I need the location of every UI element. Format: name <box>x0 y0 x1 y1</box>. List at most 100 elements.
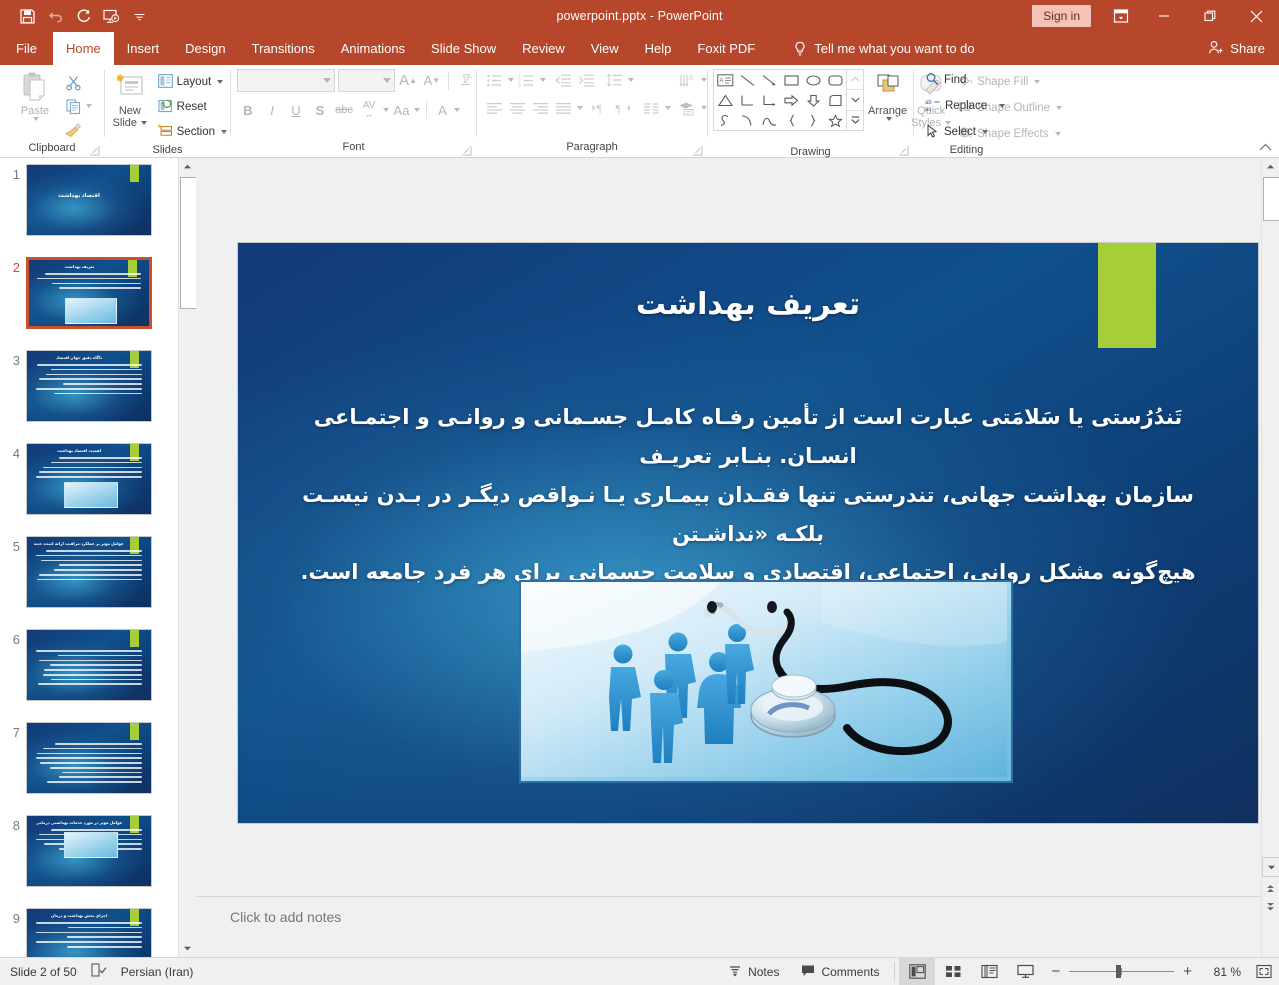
previous-slide-button[interactable] <box>1262 881 1279 897</box>
character-spacing-caret[interactable] <box>383 108 389 112</box>
tab-review[interactable]: Review <box>509 32 578 65</box>
change-case-button[interactable]: Aa <box>391 99 412 121</box>
shape-oval-icon[interactable] <box>802 70 824 90</box>
reading-view-button[interactable] <box>971 958 1007 985</box>
paste-dropdown-caret[interactable] <box>33 117 39 121</box>
tab-home[interactable]: Home <box>52 32 114 65</box>
font-name-combo[interactable] <box>237 69 335 92</box>
shape-right-arrow-icon[interactable] <box>780 90 802 110</box>
reset-button[interactable]: Reset <box>155 96 230 118</box>
current-slide[interactable]: تعریف بهداشت تَندُرُستی یا سَلامَتی عبار… <box>238 243 1258 823</box>
shape-fill-caret[interactable] <box>1034 80 1041 84</box>
next-slide-button[interactable] <box>1262 899 1279 915</box>
zoom-percentage[interactable]: 81 % <box>1201 965 1241 979</box>
increase-font-size-button[interactable]: A ▲ <box>398 70 419 92</box>
justify-button[interactable] <box>552 97 574 119</box>
numbering-button[interactable]: 123 <box>515 69 537 91</box>
clear-formatting-button[interactable] <box>455 70 476 92</box>
slide-thumbnail-5[interactable]: 5 عوامل موثر بر عملکرد مراقبت ارائه کننده… <box>0 536 178 608</box>
slide-counter[interactable]: Slide 2 of 50 <box>10 965 77 979</box>
zoom-slider-handle[interactable] <box>1116 965 1122 978</box>
shape-curve-icon[interactable] <box>736 110 758 130</box>
font-size-combo[interactable] <box>337 69 395 92</box>
tab-insert[interactable]: Insert <box>114 32 173 65</box>
convert-to-smartart-button[interactable] <box>676 97 698 119</box>
slide-thumbnail-4[interactable]: 4 اهمیت اقتصاد بهداشت <box>0 443 178 515</box>
thumbnail-scrollbar-thumb[interactable] <box>180 177 197 309</box>
paste-button[interactable]: Paste <box>8 69 62 121</box>
shape-line-icon[interactable] <box>736 70 758 90</box>
shape-arrow-icon[interactable] <box>758 70 780 90</box>
gallery-more-icon[interactable] <box>847 111 863 130</box>
slide-body-text[interactable]: تَندُرُستی یا سَلامَتی عبارت است از تأمی… <box>298 398 1198 592</box>
save-icon[interactable] <box>14 4 40 28</box>
close-button[interactable] <box>1233 0 1279 32</box>
notes-button[interactable]: Notes <box>717 958 790 985</box>
zoom-out-button[interactable]: − <box>1051 963 1060 980</box>
clipboard-dialog-launcher[interactable] <box>89 145 100 156</box>
format-painter-button[interactable] <box>62 119 84 141</box>
shape-outline-caret[interactable] <box>1056 106 1062 110</box>
slide-thumbnail-7[interactable]: 7 <box>0 722 178 794</box>
text-direction-caret[interactable] <box>701 78 707 82</box>
slide-thumbnail-preview[interactable]: اهمیت اقتصاد بهداشت <box>26 443 152 515</box>
slide-thumbnail-3[interactable]: 3 ناگاه دقیق جهان اقتصاد <box>0 350 178 422</box>
zoom-control[interactable]: − + 81 % <box>1043 963 1249 980</box>
section-button[interactable]: Section <box>155 121 230 143</box>
shape-elbow-arrow-connector-icon[interactable] <box>758 90 780 110</box>
tab-animations[interactable]: Animations <box>328 32 418 65</box>
slide-vertical-scrollbar[interactable] <box>1261 158 1279 957</box>
replace-caret[interactable] <box>999 104 1006 108</box>
share-button[interactable]: Share <box>1208 40 1265 58</box>
slide-thumbnail-preview[interactable]: عوامل موثر بر عملکرد مراقبت ارائه کننده … <box>26 536 152 608</box>
slide-thumbnail-9[interactable]: 9 اجزای بخش بهداشت و درمان <box>0 908 178 957</box>
slide-title[interactable]: تعریف بهداشت <box>238 287 1258 322</box>
shape-rounded-rectangle-icon[interactable] <box>824 70 846 90</box>
scroll-up-icon[interactable] <box>1262 158 1279 175</box>
center-button[interactable] <box>506 97 528 119</box>
bullets-caret[interactable] <box>508 78 514 82</box>
columns-button[interactable] <box>640 97 662 119</box>
restore-button[interactable] <box>1187 0 1233 32</box>
slide-thumbnail-preview[interactable] <box>26 629 152 701</box>
tab-slide-show[interactable]: Slide Show <box>418 32 509 65</box>
slide-thumbnail-2[interactable]: 2 تعریف بهداشت <box>0 257 178 329</box>
sign-in-button[interactable]: Sign in <box>1032 5 1091 27</box>
copy-button[interactable] <box>62 95 84 117</box>
thumbnail-scroll-down-icon[interactable] <box>179 940 196 957</box>
slide-sorter-view-button[interactable] <box>935 958 971 985</box>
copy-dropdown-caret[interactable] <box>86 104 92 108</box>
arrange-caret[interactable] <box>885 117 892 121</box>
font-color-caret[interactable] <box>454 108 460 112</box>
slide-thumbnail-preview[interactable]: تعریف بهداشت <box>26 257 152 329</box>
fit-to-window-button[interactable] <box>1249 958 1279 985</box>
redo-icon[interactable] <box>70 4 96 28</box>
shape-triangle-icon[interactable] <box>714 90 736 110</box>
align-left-button[interactable] <box>483 97 505 119</box>
decrease-indent-button[interactable] <box>552 69 574 91</box>
accessibility-checker-icon[interactable] <box>91 962 107 981</box>
smartart-caret[interactable] <box>701 106 707 110</box>
text-direction-button[interactable]: A <box>676 69 698 91</box>
align-right-button[interactable] <box>529 97 551 119</box>
slide-thumbnail-pane[interactable]: 1 اقتصاد بهداشت 2 تعریف بهداشت 3 ناگاه دقیق ج… <box>0 158 178 957</box>
notes-placeholder[interactable]: Click to add notes <box>196 897 341 925</box>
shapes-gallery-scroll[interactable] <box>847 69 864 131</box>
slide-thumbnail-preview[interactable]: ناگاه دقیق جهان اقتصاد <box>26 350 152 422</box>
layout-caret[interactable] <box>217 80 224 84</box>
character-spacing-button[interactable]: AV ↔ <box>357 99 381 121</box>
tell-me-search[interactable]: Tell me what you want to do <box>793 32 975 65</box>
shape-flowchart-icon[interactable] <box>824 90 846 110</box>
shape-freeform-icon[interactable] <box>758 110 780 130</box>
shape-textbox-icon[interactable]: A <box>714 70 736 90</box>
cut-button[interactable] <box>62 71 84 93</box>
start-from-beginning-icon[interactable] <box>98 4 124 28</box>
numbering-caret[interactable] <box>540 78 546 82</box>
shapes-gallery[interactable]: A <box>713 69 847 131</box>
scroll-down-icon[interactable] <box>1262 857 1279 877</box>
arrange-button[interactable]: Arrange <box>868 69 907 121</box>
shape-right-brace-icon[interactable] <box>802 110 824 130</box>
decrease-font-size-button[interactable]: A ▼ <box>421 70 442 92</box>
minimize-button[interactable] <box>1141 0 1187 32</box>
tab-transitions[interactable]: Transitions <box>239 32 328 65</box>
